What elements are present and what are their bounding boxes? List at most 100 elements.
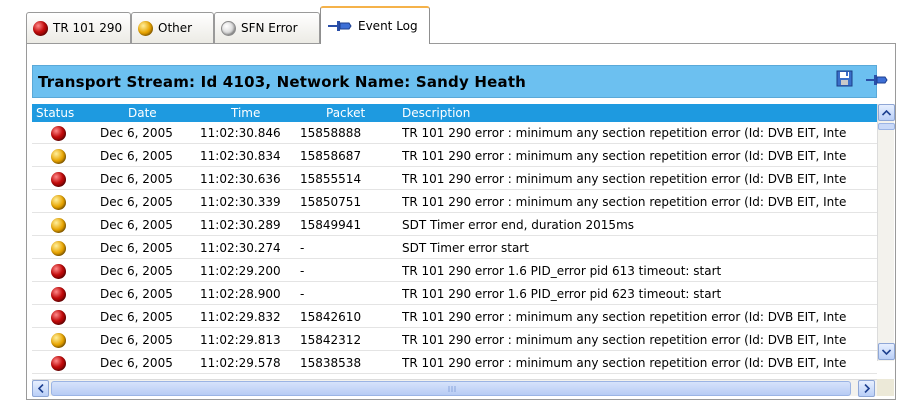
- amber-status-icon: [51, 195, 66, 210]
- cell-date: Dec 6, 2005: [100, 287, 173, 301]
- red-status-icon: [51, 126, 66, 141]
- table-row[interactable]: Dec 6, 2005 11:02:28.900 - TR 101 290 error…: [32, 283, 877, 305]
- cell-description: TR 101 290 error 1.6 PID_error pid 623 t…: [402, 287, 722, 301]
- cell-packet: 15842312: [300, 333, 362, 347]
- tab-tr-101-290[interactable]: TR 101 290: [26, 12, 131, 43]
- cell-packet: 15855514: [300, 172, 362, 186]
- cell-packet: -: [300, 287, 305, 301]
- column-header-packet[interactable]: Packet: [326, 106, 365, 120]
- cell-date: Dec 6, 2005: [100, 333, 173, 347]
- grip-icon: [448, 386, 456, 392]
- panel-title-bar: Transport Stream: Id 4103, Network Name:…: [32, 65, 877, 98]
- cell-time: 11:02:29.578: [200, 356, 281, 370]
- tab-other[interactable]: Other: [131, 12, 214, 43]
- column-header-time[interactable]: Time: [231, 106, 260, 120]
- chevron-down-icon: [882, 348, 891, 355]
- cell-time: 11:02:30.274: [200, 241, 281, 255]
- cell-description: TR 101 290 error 1.6 PID_error pid 613 t…: [402, 264, 722, 278]
- cell-description: TR 101 290 error : minimum any section r…: [402, 149, 847, 163]
- chevron-left-icon: [37, 384, 44, 393]
- cell-description: TR 101 290 error : minimum any section r…: [402, 356, 847, 370]
- scroll-down-button[interactable]: [878, 343, 895, 360]
- table-row[interactable]: Dec 6, 2005 11:02:29.200 - TR 101 290 error…: [32, 260, 877, 282]
- tab-sfn-error[interactable]: SFN Error: [214, 12, 320, 43]
- cell-date: Dec 6, 2005: [100, 172, 173, 186]
- horizontal-scrollbar[interactable]: [32, 379, 877, 397]
- event-log-panel: Transport Stream: Id 4103, Network Name:…: [26, 43, 896, 400]
- event-table: Status Date Time Packet Description Dec …: [32, 104, 877, 379]
- amber-status-icon: [51, 333, 66, 348]
- column-header-status[interactable]: Status: [36, 106, 74, 120]
- tab-label: Other: [158, 21, 193, 35]
- cell-date: Dec 6, 2005: [100, 218, 173, 232]
- cell-description: TR 101 290 error : minimum any section r…: [402, 310, 847, 324]
- cell-time: 11:02:30.846: [200, 126, 281, 140]
- cell-description: SDT Timer error start: [402, 241, 529, 255]
- cell-description: TR 101 290 error : minimum any section r…: [402, 333, 847, 347]
- tab-event-log[interactable]: Event Log: [320, 6, 430, 44]
- amber-status-icon: [51, 218, 66, 233]
- table-header: Status Date Time Packet Description: [32, 104, 877, 122]
- cell-date: Dec 6, 2005: [100, 149, 173, 163]
- scroll-left-button[interactable]: [32, 380, 49, 397]
- red-status-icon: [51, 264, 66, 279]
- cell-description: TR 101 290 error : minimum any section r…: [402, 126, 847, 140]
- amber-status-icon: [51, 241, 66, 256]
- cell-description: SDT Timer error end, duration 2015ms: [402, 218, 635, 232]
- cell-packet: 15838538: [300, 356, 362, 370]
- cell-date: Dec 6, 2005: [100, 356, 173, 370]
- vertical-scroll-thumb[interactable]: [878, 123, 895, 130]
- red-status-icon: [51, 356, 66, 371]
- vertical-scrollbar[interactable]: [877, 104, 895, 361]
- cell-date: Dec 6, 2005: [100, 264, 173, 278]
- tab-label: SFN Error: [241, 21, 298, 35]
- cell-time: 11:02:30.636: [200, 172, 281, 186]
- cell-time: 11:02:29.832: [200, 310, 281, 324]
- cell-date: Dec 6, 2005: [100, 310, 173, 324]
- scrollbar-corner: [877, 379, 894, 396]
- tab-label: Event Log: [358, 19, 418, 33]
- cell-time: 11:02:30.339: [200, 195, 281, 209]
- cell-packet: -: [300, 241, 305, 255]
- white-status-icon: [221, 20, 236, 36]
- table-row[interactable]: Dec 6, 2005 11:02:30.846 15858888 TR 101 29…: [32, 122, 877, 144]
- red-status-icon: [51, 172, 66, 187]
- cell-packet: 15850751: [300, 195, 362, 209]
- table-row[interactable]: Dec 6, 2005 11:02:29.578 15838538 TR 101 29…: [32, 352, 877, 374]
- red-status-icon: [33, 20, 48, 36]
- cell-time: 11:02:29.200: [200, 264, 281, 278]
- cell-date: Dec 6, 2005: [100, 241, 173, 255]
- chevron-up-icon: [882, 109, 891, 116]
- table-row[interactable]: Dec 6, 2005 11:02:30.274 - SDT Timer error …: [32, 237, 877, 259]
- cell-packet: -: [300, 264, 305, 278]
- cell-packet: 15849941: [300, 218, 362, 232]
- cell-time: 11:02:28.900: [200, 287, 281, 301]
- table-row[interactable]: Dec 6, 2005 11:02:30.834 15858687 TR 101 29…: [32, 145, 877, 167]
- table-row[interactable]: Dec 6, 2005 11:02:29.813 15842312 TR 101 29…: [32, 329, 877, 351]
- cell-description: TR 101 290 error : minimum any section r…: [402, 195, 847, 209]
- table-row[interactable]: Dec 6, 2005 11:02:29.832 15842610 TR 101 29…: [32, 306, 877, 328]
- table-row[interactable]: Dec 6, 2005 11:02:30.289 15849941 SDT Timer…: [32, 214, 877, 236]
- event-log-window: TR 101 290 Other SFN Error Event Log Tra…: [0, 0, 912, 408]
- red-status-icon: [51, 287, 66, 302]
- scroll-right-button[interactable]: [858, 380, 875, 397]
- pin-panel-icon[interactable]: [865, 72, 889, 88]
- table-row[interactable]: Dec 6, 2005 11:02:30.636 15855514 TR 101 29…: [32, 168, 877, 190]
- cell-packet: 15858687: [300, 149, 362, 163]
- pin-icon: [327, 19, 353, 33]
- tab-label: TR 101 290: [53, 21, 123, 35]
- save-icon[interactable]: [835, 69, 855, 89]
- chevron-right-icon: [863, 384, 870, 393]
- horizontal-scroll-thumb[interactable]: [51, 381, 851, 396]
- column-header-date[interactable]: Date: [128, 106, 157, 120]
- column-header-description[interactable]: Description: [402, 106, 470, 120]
- cell-date: Dec 6, 2005: [100, 195, 173, 209]
- scroll-up-button[interactable]: [878, 104, 895, 121]
- cell-time: 11:02:30.834: [200, 149, 281, 163]
- cell-description: TR 101 290 error : minimum any section r…: [402, 172, 847, 186]
- table-row[interactable]: Dec 6, 2005 11:02:30.339 15850751 TR 101 29…: [32, 191, 877, 213]
- panel-title: Transport Stream: Id 4103, Network Name:…: [38, 73, 527, 91]
- cell-time: 11:02:29.813: [200, 333, 281, 347]
- cell-packet: 15842610: [300, 310, 362, 324]
- cell-packet: 15858888: [300, 126, 362, 140]
